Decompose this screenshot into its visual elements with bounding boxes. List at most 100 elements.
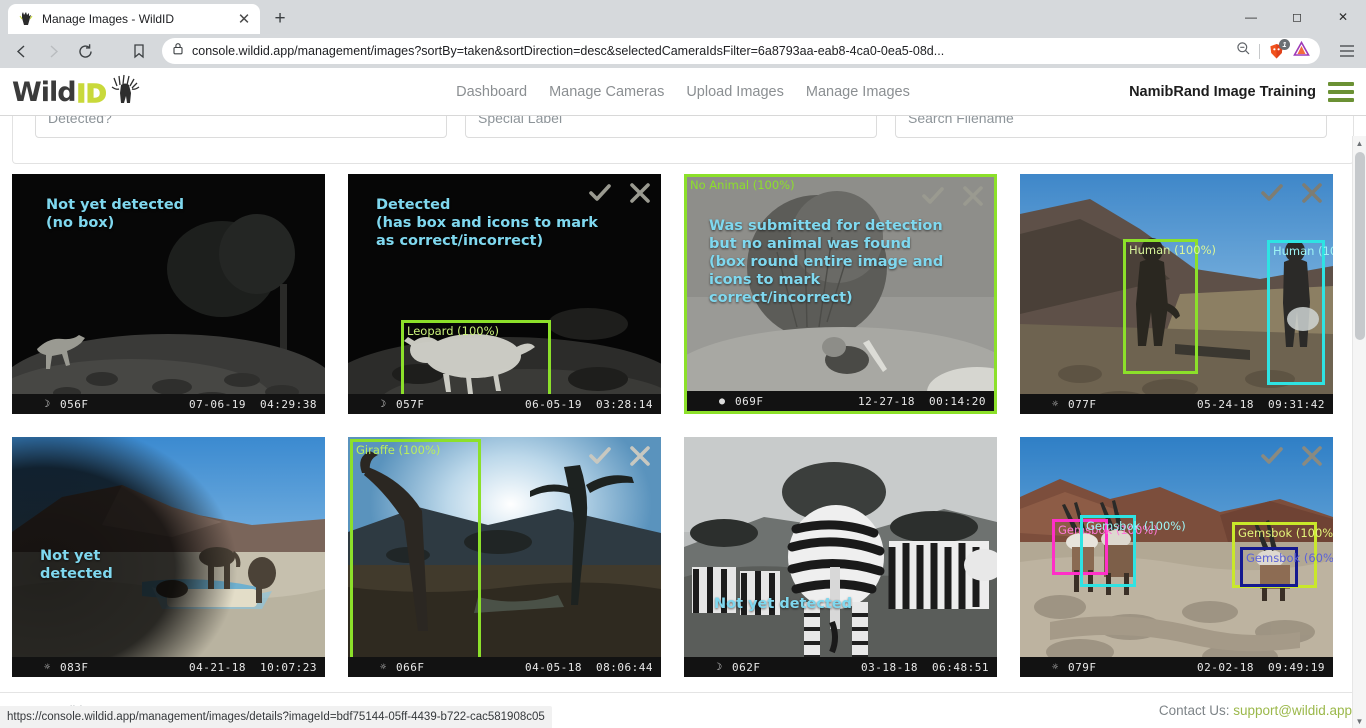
scroll-down-arrow-icon[interactable]: ▼ — [1353, 714, 1366, 728]
filter-bar: Detected? Special Label Search Filename — [12, 116, 1354, 164]
detection-label: Human (100%) — [1273, 244, 1333, 258]
image-card[interactable]: Human (100%) Human (100%) ☼ 077F 05-24-1… — [1020, 174, 1333, 414]
cross-icon[interactable] — [1299, 443, 1325, 469]
tab-close-icon[interactable]: ✕ — [236, 11, 252, 27]
cross-icon[interactable] — [1299, 180, 1325, 206]
image-card[interactable]: Gemsbok (100%) Gemsbok (100%) Gemsbok (1… — [1020, 437, 1333, 677]
detected-filter-input[interactable]: Detected? — [35, 116, 447, 138]
moon-icon: ● — [719, 395, 726, 407]
search-filename-filter-input[interactable]: Search Filename — [895, 116, 1327, 138]
capture-date: 07-06-19 — [189, 397, 247, 411]
maximize-button[interactable]: ◻ — [1274, 0, 1320, 34]
image-card[interactable]: Not yet detected (no box) ☽ 056F 07-06-19… — [12, 174, 325, 414]
check-icon[interactable] — [1259, 180, 1285, 206]
detection-box: Leopard (100%) — [401, 320, 551, 398]
detection-box: Human (100%) — [1267, 240, 1333, 385]
browser-toolbar: console.wildid.app/management/images?sor… — [0, 34, 1366, 68]
capture-date: 05-24-18 — [1197, 397, 1255, 411]
toolbar-divider — [1259, 43, 1260, 59]
capture-time: 10:07:23 — [260, 660, 317, 674]
detection-box: Gemsbok (100%) — [1080, 515, 1186, 587]
contact-label: Contact Us: — [1158, 703, 1230, 718]
bookmark-icon[interactable] — [124, 37, 154, 65]
check-icon[interactable] — [1259, 443, 1285, 469]
page-scrollbar[interactable]: ▲ ▼ — [1352, 136, 1366, 728]
capture-date: 03-18-18 — [861, 660, 919, 674]
browser-tab[interactable]: Manage Images - WildID ✕ — [8, 4, 260, 34]
capture-time: 00:14:20 — [929, 394, 986, 408]
frame-number: 056F — [60, 397, 89, 411]
browser-menu-icon[interactable] — [1334, 37, 1360, 65]
window-close-button[interactable]: ✕ — [1320, 0, 1366, 34]
reload-icon[interactable] — [70, 37, 100, 65]
image-info-bar: ☼ 066F 04-05-18 08:06:44 — [348, 657, 661, 677]
organization-area: NamibRand Image Training — [1129, 81, 1354, 102]
tab-strip: Manage Images - WildID ✕ + — ◻ ✕ — [0, 0, 1366, 34]
address-bar[interactable]: console.wildid.app/management/images?sor… — [162, 38, 1320, 64]
camera-trap-photo — [684, 437, 997, 677]
image-card[interactable]: Not yet detected ☼ 083F 04-21-18 10:07:23 — [12, 437, 325, 677]
capture-time: 09:49:19 — [1268, 660, 1325, 674]
detection-marks — [1259, 443, 1325, 469]
frame-number: 057F — [396, 397, 425, 411]
detection-box: Human (100%) — [1123, 239, 1216, 374]
image-grid: Not yet detected (no box) ☽ 056F 07-06-19… — [0, 164, 1366, 677]
capture-time: 09:31:42 — [1268, 397, 1325, 411]
forward-arrow-icon[interactable] — [38, 37, 68, 65]
image-info-bar: ☽ 057F 06-05-19 03:28:14 — [348, 394, 661, 414]
status-bar-link: https://console.wildid.app/management/im… — [0, 706, 552, 728]
check-icon[interactable] — [587, 180, 613, 206]
card-note: Was submitted for detection but no animal… — [709, 218, 944, 306]
capture-date: 04-05-18 — [525, 660, 583, 674]
card-note: Not yet detected — [40, 548, 113, 582]
image-info-bar: ● 069F 12-27-18 00:14:20 — [687, 391, 994, 411]
check-icon[interactable] — [587, 443, 613, 469]
nav-link-dashboard[interactable]: Dashboard — [456, 84, 527, 100]
detection-marks — [587, 443, 653, 469]
support-email-link[interactable]: support@wildid.app — [1233, 703, 1352, 718]
image-card[interactable]: Not yet detected ☽ 062F 03-18-18 06:48:5… — [684, 437, 997, 677]
footer-contact: Contact Us: support@wildid.app — [1159, 703, 1352, 718]
image-card[interactable]: Giraffe (100%) ☼ 066F 04-05-18 08:06:44 — [348, 437, 661, 677]
window-controls: — ◻ ✕ — [1228, 0, 1366, 34]
cross-icon[interactable] — [627, 443, 653, 469]
capture-time: 08:06:44 — [596, 660, 653, 674]
minimize-button[interactable]: — — [1228, 0, 1274, 34]
page-content: Wild ID Dashboard Manage Cameras Upload … — [0, 68, 1366, 728]
image-card[interactable]: Detected (has box and icons to mark as cor… — [348, 174, 661, 414]
image-card[interactable]: No Animal (100%) Was submitted for detec… — [684, 174, 997, 414]
scroll-up-arrow-icon[interactable]: ▲ — [1353, 136, 1366, 150]
cross-icon[interactable] — [627, 180, 653, 206]
sun-icon: ☼ — [1052, 661, 1059, 673]
cross-icon[interactable] — [960, 183, 986, 209]
image-info-bar: ☼ 077F 05-24-18 09:31:42 — [1020, 394, 1333, 414]
moon-icon: ☽ — [44, 398, 51, 410]
card-note: Detected (has box and icons to mark as cor… — [376, 197, 598, 249]
image-info-bar: ☼ 079F 02-02-18 09:49:19 — [1020, 657, 1333, 677]
back-arrow-icon[interactable] — [6, 37, 36, 65]
nav-link-upload-images[interactable]: Upload Images — [686, 84, 784, 100]
brave-rewards-icon[interactable] — [1293, 40, 1310, 62]
nav-link-manage-images[interactable]: Manage Images — [806, 84, 910, 100]
detection-marks — [1259, 180, 1325, 206]
sun-icon: ☼ — [44, 661, 51, 673]
search-zoom-icon[interactable] — [1236, 41, 1251, 61]
detection-box: Giraffe (100%) — [350, 439, 481, 668]
image-info-bar: ☽ 062F 03-18-18 06:48:51 — [684, 657, 997, 677]
organization-name: NamibRand Image Training — [1129, 83, 1316, 100]
special-label-filter-input[interactable]: Special Label — [465, 116, 877, 138]
browser-window: Manage Images - WildID ✕ + — ◻ ✕ console… — [0, 0, 1366, 728]
tab-title: Manage Images - WildID — [42, 12, 175, 26]
card-note: Not yet detected (no box) — [46, 197, 185, 231]
capture-date: 06-05-19 — [525, 397, 583, 411]
nav-link-manage-cameras[interactable]: Manage Cameras — [549, 84, 664, 100]
capture-date: 02-02-18 — [1197, 660, 1255, 674]
detection-marks — [587, 180, 653, 206]
account-hamburger-menu-icon[interactable] — [1328, 81, 1354, 102]
moon-icon: ☽ — [716, 661, 723, 673]
scrollbar-thumb[interactable] — [1355, 152, 1365, 340]
new-tab-button[interactable]: + — [266, 4, 294, 32]
check-icon[interactable] — [920, 183, 946, 209]
brave-badge-count: 1 — [1279, 38, 1290, 50]
brave-shield-icon[interactable]: 1 — [1268, 38, 1290, 60]
